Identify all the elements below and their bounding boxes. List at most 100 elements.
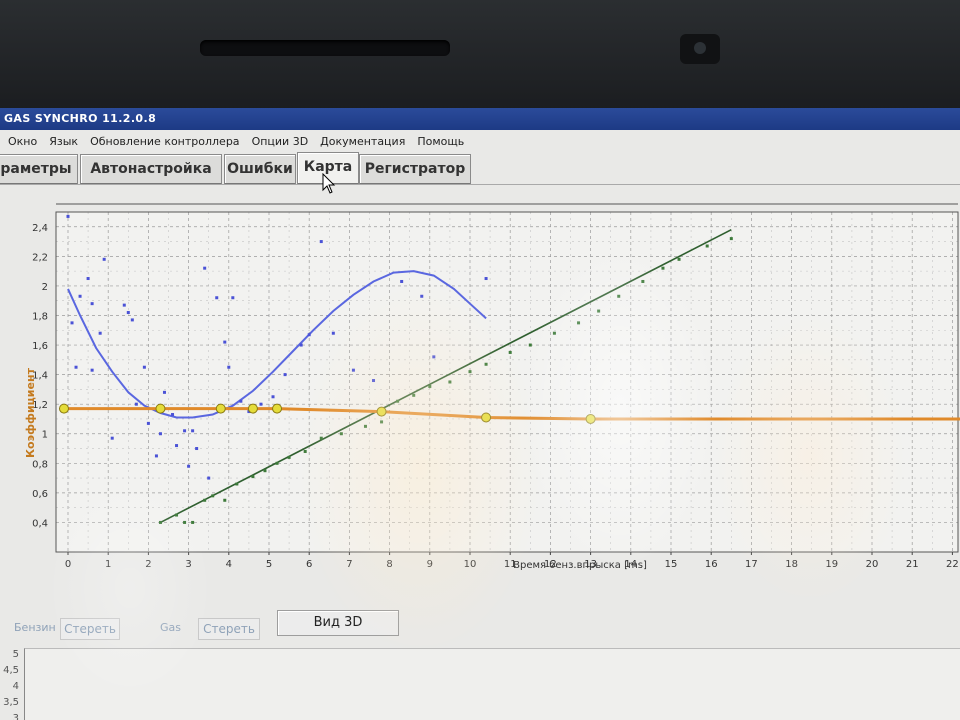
correction-handle[interactable] [481, 412, 492, 423]
x-tick-label: 4 [226, 559, 232, 570]
correction-handle[interactable] [585, 413, 596, 424]
x-tick-label: 6 [306, 559, 312, 570]
x-tick-label: 16 [705, 559, 718, 570]
y-axis-label: Коэффициент [24, 367, 37, 458]
data-point [171, 413, 175, 417]
correction-handle[interactable] [215, 403, 226, 414]
sub-ytick: 5 [12, 649, 19, 660]
data-point [303, 449, 307, 453]
clear-petrol-button[interactable]: Стереть [60, 618, 120, 640]
data-point [191, 520, 195, 524]
data-point [484, 362, 488, 366]
data-point [528, 343, 532, 347]
y-tick-label: 2,2 [32, 252, 48, 263]
tab-autotune[interactable]: Автонастройка [80, 154, 222, 185]
x-tick-label: 20 [866, 559, 879, 570]
data-point [158, 432, 162, 436]
menu-bar: Окно Язык Обновление контроллера Опции 3… [0, 132, 960, 150]
data-point [339, 432, 343, 436]
data-point [215, 296, 219, 300]
data-point [319, 240, 323, 244]
clear-gas-button[interactable]: Стереть [198, 618, 260, 640]
data-point [299, 343, 303, 347]
data-point [372, 379, 376, 383]
data-point [227, 365, 231, 369]
menu-documentation[interactable]: Документация [320, 135, 405, 148]
window-title: GAS SYNCHRO 11.2.0.8 [4, 112, 157, 125]
data-point [484, 277, 488, 281]
data-point [307, 333, 311, 337]
webcam-icon [680, 34, 720, 64]
menu-help[interactable]: Помощь [417, 135, 464, 148]
data-point [130, 318, 134, 322]
x-tick-label: 17 [745, 559, 758, 570]
data-point [263, 469, 267, 473]
tab-recorder[interactable]: Регистратор [359, 154, 471, 185]
sub-ytick: 4,5 [3, 665, 19, 676]
y-tick-label: 2,4 [32, 223, 48, 234]
data-point [78, 294, 82, 298]
correction-handle[interactable] [376, 406, 387, 417]
data-point [396, 399, 400, 403]
menu-language[interactable]: Язык [49, 135, 78, 148]
data-point [183, 429, 187, 433]
data-point [271, 395, 275, 399]
x-tick-label: 1 [105, 559, 111, 570]
data-point [187, 464, 191, 468]
y-tick-label: 1,8 [32, 311, 48, 322]
data-point [275, 461, 279, 465]
x-tick-label: 0 [65, 559, 71, 570]
multiplier-map-chart[interactable]: 0,40,60,811,21,41,61,822,22,4 0123456789… [0, 188, 960, 608]
menu-window[interactable]: Окно [8, 135, 37, 148]
data-point [90, 368, 94, 372]
tab-errors[interactable]: Ошибки [224, 154, 296, 185]
window-titlebar: GAS SYNCHRO 11.2.0.8 [0, 108, 960, 130]
data-point [428, 384, 432, 388]
data-point [66, 214, 70, 218]
data-point [231, 296, 235, 300]
tab-strip: раметры Автонастройка Ошибки Карта Регис… [0, 152, 960, 185]
x-tick-label: 15 [665, 559, 678, 570]
x-tick-label: 3 [185, 559, 191, 570]
data-point [412, 393, 416, 397]
tab-parameters[interactable]: раметры [0, 154, 78, 185]
benzin-label: Бензин [14, 621, 56, 634]
plot-background [56, 212, 958, 552]
data-point [420, 294, 424, 298]
x-tick-label: 5 [266, 559, 272, 570]
view-3d-button[interactable]: Вид 3D [277, 610, 399, 636]
data-point [207, 476, 211, 480]
data-point [448, 380, 452, 384]
menu-controller-update[interactable]: Обновление контроллера [90, 135, 240, 148]
menu-3d-options[interactable]: Опции 3D [252, 135, 309, 148]
sub-ytick: 4 [12, 681, 19, 692]
data-point [400, 279, 404, 283]
correction-handle[interactable] [247, 403, 258, 414]
data-point [508, 350, 512, 354]
data-point [239, 399, 243, 403]
data-point [203, 498, 207, 502]
data-point [74, 365, 78, 369]
sub-ytick: 3 [12, 713, 19, 720]
data-point [183, 520, 187, 524]
data-point [86, 277, 90, 281]
x-tick-label: 21 [906, 559, 919, 570]
x-tick-label: 9 [427, 559, 433, 570]
data-point [251, 475, 255, 479]
x-tick-label: 2 [145, 559, 151, 570]
correction-handle[interactable] [155, 403, 166, 414]
y-tick-label: 2 [42, 282, 48, 293]
data-point [331, 331, 335, 335]
tab-divider [0, 184, 960, 185]
correction-handle[interactable] [272, 403, 283, 414]
data-point [283, 373, 287, 377]
data-point [363, 424, 367, 428]
gas-label: Gas [160, 621, 181, 634]
data-point [259, 402, 263, 406]
data-point [175, 444, 179, 448]
correction-handle[interactable] [58, 403, 69, 414]
y-tick-label: 1,6 [32, 341, 48, 352]
data-point [146, 421, 150, 425]
x-axis-ticks: 0 1 2 3 4 5 6 7 8 9 10 11 12 13 14 15 16 17 18 19 20 21 22 [65, 552, 959, 570]
data-point [195, 447, 199, 451]
